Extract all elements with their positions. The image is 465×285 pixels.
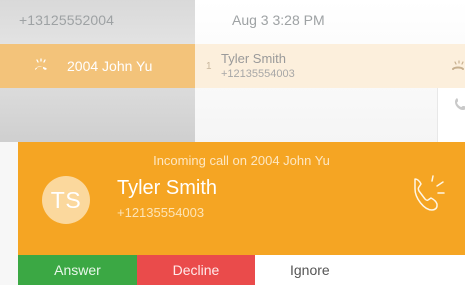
decline-button[interactable]: Decline bbox=[137, 255, 255, 285]
avatar: TS bbox=[42, 176, 90, 224]
caller-name: Tyler Smith bbox=[117, 177, 218, 199]
selected-caller-name: Tyler Smith bbox=[221, 51, 287, 66]
ringing-icon bbox=[452, 60, 464, 70]
incoming-call-title: Incoming call on 2004 John Yu bbox=[153, 153, 330, 168]
incoming-call-banner: Incoming call on 2004 John Yu TS Tyler S… bbox=[18, 142, 465, 255]
phone-icon[interactable] bbox=[454, 97, 465, 110]
avatar-initials: TS bbox=[50, 186, 82, 213]
selected-line-label: 2004 John Yu bbox=[67, 58, 153, 74]
history-row-selected[interactable]: 2004 John Yu 1 Tyler Smith +12135554003 bbox=[0, 44, 465, 88]
selected-caller-number: +12135554003 bbox=[221, 68, 295, 80]
call-count: 1 bbox=[206, 61, 212, 72]
ringing-line-icon bbox=[35, 58, 47, 70]
app-window: +13125552004 Aug 3 3:28 PM 2004 John Yu … bbox=[0, 0, 465, 285]
history-phone-number: +13125552004 bbox=[19, 12, 115, 28]
incoming-call-icon bbox=[414, 175, 445, 211]
ignore-button[interactable]: Ignore bbox=[255, 255, 465, 285]
caller-number: +12135554003 bbox=[117, 205, 205, 220]
history-row-top[interactable]: +13125552004 Aug 3 3:28 PM bbox=[0, 0, 465, 42]
call-actions: Answer Decline Ignore bbox=[18, 255, 465, 285]
history-timestamp: Aug 3 3:28 PM bbox=[232, 12, 325, 28]
answer-button[interactable]: Answer bbox=[18, 255, 137, 285]
